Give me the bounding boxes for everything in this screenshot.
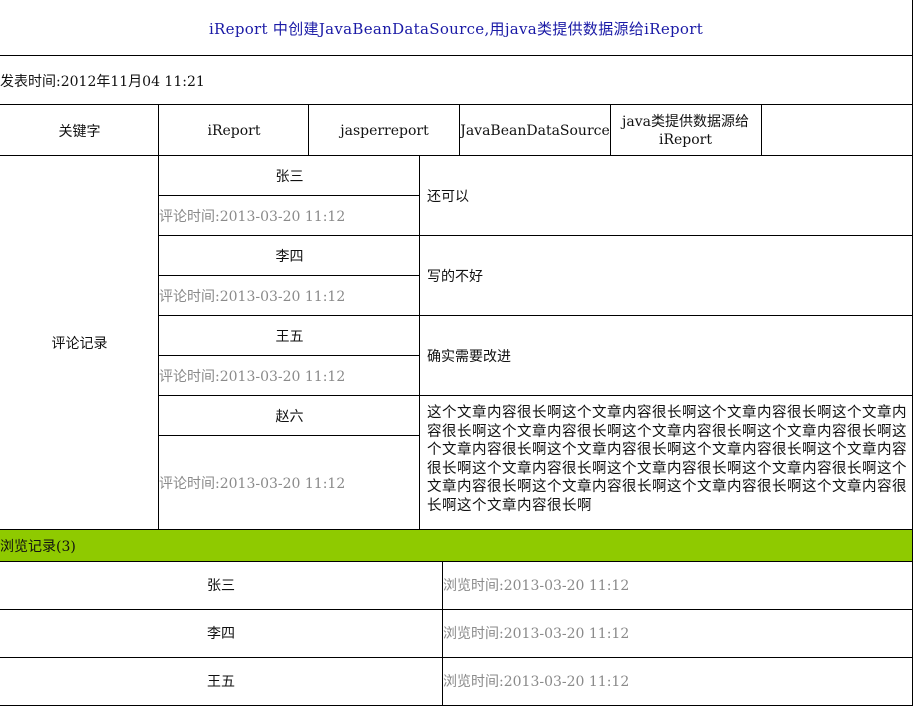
grid-line — [0, 561, 913, 562]
grid-line — [0, 104, 913, 105]
grid-line — [0, 55, 913, 56]
grid-line — [610, 105, 611, 156]
grid-line — [459, 105, 460, 156]
view-time: 浏览时间:2013-03-20 11:12 — [443, 626, 630, 642]
comments-label: 评论记录 — [51, 336, 108, 352]
view-name: 李四 — [207, 626, 235, 642]
comment-time: 评论时间:2013-03-20 11:12 — [159, 369, 346, 385]
grid-line — [159, 435, 420, 436]
views-section-header: 浏览记录(3) — [0, 530, 912, 561]
grid-line — [0, 705, 913, 706]
keywords-label: 关键字 — [58, 123, 101, 140]
comment-author: 张三 — [275, 169, 304, 185]
view-time: 浏览时间:2013-03-20 11:12 — [443, 578, 630, 594]
comment-content: 还可以 — [427, 189, 469, 205]
grid-line — [419, 156, 420, 530]
comment-content: 写的不好 — [427, 269, 483, 285]
comment-author: 赵六 — [275, 409, 304, 425]
grid-line — [0, 657, 913, 658]
grid-line — [159, 355, 420, 356]
grid-line — [0, 155, 913, 156]
comment-author: 王五 — [275, 329, 304, 345]
report-title: iReport 中创建JavaBeanDataSource,用java类提供数据… — [208, 19, 704, 38]
grid-line — [159, 275, 420, 276]
comment-author: 李四 — [275, 249, 304, 265]
comment-content: 这个文章内容很长啊这个文章内容很长啊这个文章内容很长啊这个文章内容很长啊这个文章… — [427, 405, 907, 514]
grid-line — [0, 529, 913, 530]
grid-line — [761, 105, 762, 156]
keyword-cell — [761, 105, 912, 156]
comment-time: 评论时间:2013-03-20 11:12 — [159, 476, 346, 492]
grid-line — [159, 395, 913, 396]
keyword-cell: jasperreport — [340, 122, 429, 139]
grid-line — [159, 195, 420, 196]
grid-line — [308, 105, 309, 156]
keyword-cell: java类提供数据源给iReport — [622, 113, 749, 148]
grid-line — [0, 609, 913, 610]
grid-line — [912, 0, 913, 706]
comment-time: 评论时间:2013-03-20 11:12 — [159, 289, 346, 305]
publish-time-row: 发表时间:2012年11月04 11:21 — [0, 56, 912, 105]
views-section-label: 浏览记录(3) — [0, 538, 76, 555]
keyword-cell: iReport — [207, 122, 261, 139]
grid-line — [159, 235, 913, 236]
grid-line — [159, 315, 913, 316]
comment-time: 评论时间:2013-03-20 11:12 — [159, 209, 346, 225]
comment-content: 确实需要改进 — [427, 349, 511, 365]
publish-time: 发表时间:2012年11月04 11:21 — [0, 73, 205, 90]
grid-line — [442, 562, 443, 706]
view-name: 张三 — [207, 578, 235, 594]
view-time: 浏览时间:2013-03-20 11:12 — [443, 674, 630, 690]
keyword-cell: JavaBeanDataSource — [460, 122, 610, 139]
view-name: 王五 — [207, 674, 235, 690]
grid-line — [158, 105, 159, 530]
